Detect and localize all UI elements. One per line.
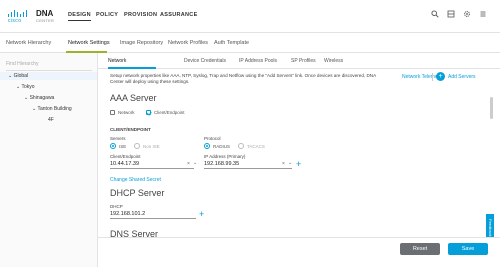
tab-image-repository[interactable]: Image Repository: [120, 40, 163, 46]
content-scrollbar[interactable]: [490, 97, 493, 119]
dhcp-server-title: DHCP Server: [110, 188, 165, 198]
top-bar: cisco DNA CENTER DESIGN POLICY PROVISION…: [0, 0, 500, 33]
tacacs-radio-label: TACACS: [247, 144, 265, 149]
network-settings-content: Network Device Credentials IP Address Po…: [98, 53, 500, 267]
tree-item-tokyo[interactable]: ⌄ Tokyo: [16, 84, 35, 90]
apps-icon[interactable]: [446, 10, 456, 20]
reset-button[interactable]: Reset: [400, 243, 440, 255]
nav-provision[interactable]: PROVISION: [124, 12, 157, 18]
tacacs-radio[interactable]: [238, 143, 244, 149]
ise-radio-label: ISE: [119, 144, 127, 149]
clear-icon[interactable]: ×: [282, 161, 285, 167]
settings-description: Setup network properties like AAA, NTP, …: [110, 73, 376, 84]
chevron-down-icon[interactable]: ⌄: [288, 160, 292, 166]
tab-network-hierarchy[interactable]: Network Hierarchy: [6, 40, 51, 46]
client-endpoint-field-label: Client/Endpoint: [110, 154, 141, 159]
change-shared-secret-link[interactable]: Change Shared Secret: [110, 177, 161, 183]
ise-radio[interactable]: [110, 143, 116, 149]
network-checkbox-label: Network: [118, 110, 135, 115]
cisco-logo-icon: [8, 9, 30, 17]
aaa-server-title: AAA Server: [110, 93, 157, 103]
footer-bar: Reset Save: [98, 237, 500, 267]
nav-policy[interactable]: POLICY: [96, 12, 118, 18]
chevron-down-icon[interactable]: ⌄: [193, 160, 197, 166]
client-endpoint-checkbox-label: Client/Endpoint: [154, 110, 185, 115]
client-endpoint-checkbox[interactable]: [146, 110, 151, 115]
non-ise-radio-label: Non ISE: [143, 144, 160, 149]
hierarchy-panel: Find Hierarchy ⌄ Global ⌄ Tokyo ⌄ Shinag…: [0, 53, 98, 267]
nav-design[interactable]: DESIGN: [68, 12, 91, 21]
search-icon[interactable]: [430, 10, 440, 20]
tab-auth-template[interactable]: Auth Template: [214, 40, 249, 46]
non-ise-radio[interactable]: [134, 143, 140, 149]
save-button[interactable]: Save: [448, 243, 488, 255]
tab-network-profiles[interactable]: Network Profiles: [168, 40, 208, 46]
subtab-device-credentials[interactable]: Device Credentials: [184, 58, 226, 64]
subtab-sp-profiles[interactable]: SP Profiles: [291, 58, 316, 64]
find-hierarchy-underline: [6, 70, 92, 71]
nav-assurance[interactable]: ASSURANCE: [160, 12, 198, 18]
add-servers-link[interactable]: Add Servers: [448, 74, 476, 80]
settings-subtabs: Network Device Credentials IP Address Po…: [98, 53, 500, 69]
active-subtab-indicator: [108, 67, 156, 69]
servers-label: Servers: [110, 136, 126, 141]
dhcp-label: DHCP: [110, 204, 123, 209]
subtab-network[interactable]: Network: [108, 58, 126, 64]
ip-address-primary-select[interactable]: 192.168.99.35: [204, 160, 292, 169]
add-ip-plus-icon[interactable]: +: [296, 160, 301, 169]
add-servers-plus-icon[interactable]: +: [436, 72, 445, 81]
tree-item-4f[interactable]: 4F: [48, 117, 54, 123]
tree-item-global[interactable]: ⌄ Global: [8, 73, 28, 79]
gear-icon[interactable]: [462, 10, 472, 20]
cisco-wordmark: cisco: [8, 18, 22, 24]
subtab-ip-address-pools[interactable]: IP Address Pools: [239, 58, 277, 64]
radius-radio[interactable]: [204, 143, 210, 149]
center-wordmark: CENTER: [36, 18, 55, 23]
tree-item-tanton-building[interactable]: ⌄ Tanton Building: [32, 106, 72, 112]
menu-icon[interactable]: [478, 10, 488, 20]
client-endpoint-section-title: CLIENT/ENDPOINT: [110, 127, 151, 132]
radius-radio-label: RADIUS: [213, 144, 231, 149]
clear-icon[interactable]: ×: [187, 161, 190, 167]
dhcp-input[interactable]: 192.168.101.2: [110, 210, 196, 219]
ip-address-primary-label: IP Address (Primary): [204, 154, 246, 159]
client-endpoint-select[interactable]: 10.44.17.39: [110, 160, 194, 169]
design-tabs: Network Hierarchy Network Settings Image…: [0, 33, 500, 53]
add-dhcp-plus-icon[interactable]: +: [199, 210, 204, 219]
header-divider: [432, 73, 433, 81]
network-checkbox[interactable]: [110, 110, 115, 115]
protocol-label: Protocol: [204, 136, 221, 141]
tab-network-settings[interactable]: Network Settings: [68, 40, 110, 46]
tree-item-shinagawa[interactable]: ⌄ Shinagawa: [24, 95, 54, 101]
dna-wordmark: DNA: [36, 9, 54, 18]
cisco-dna-logo[interactable]: cisco DNA CENTER: [8, 9, 60, 25]
subtab-wireless[interactable]: Wireless: [324, 58, 343, 64]
find-hierarchy-input[interactable]: Find Hierarchy: [6, 61, 39, 67]
